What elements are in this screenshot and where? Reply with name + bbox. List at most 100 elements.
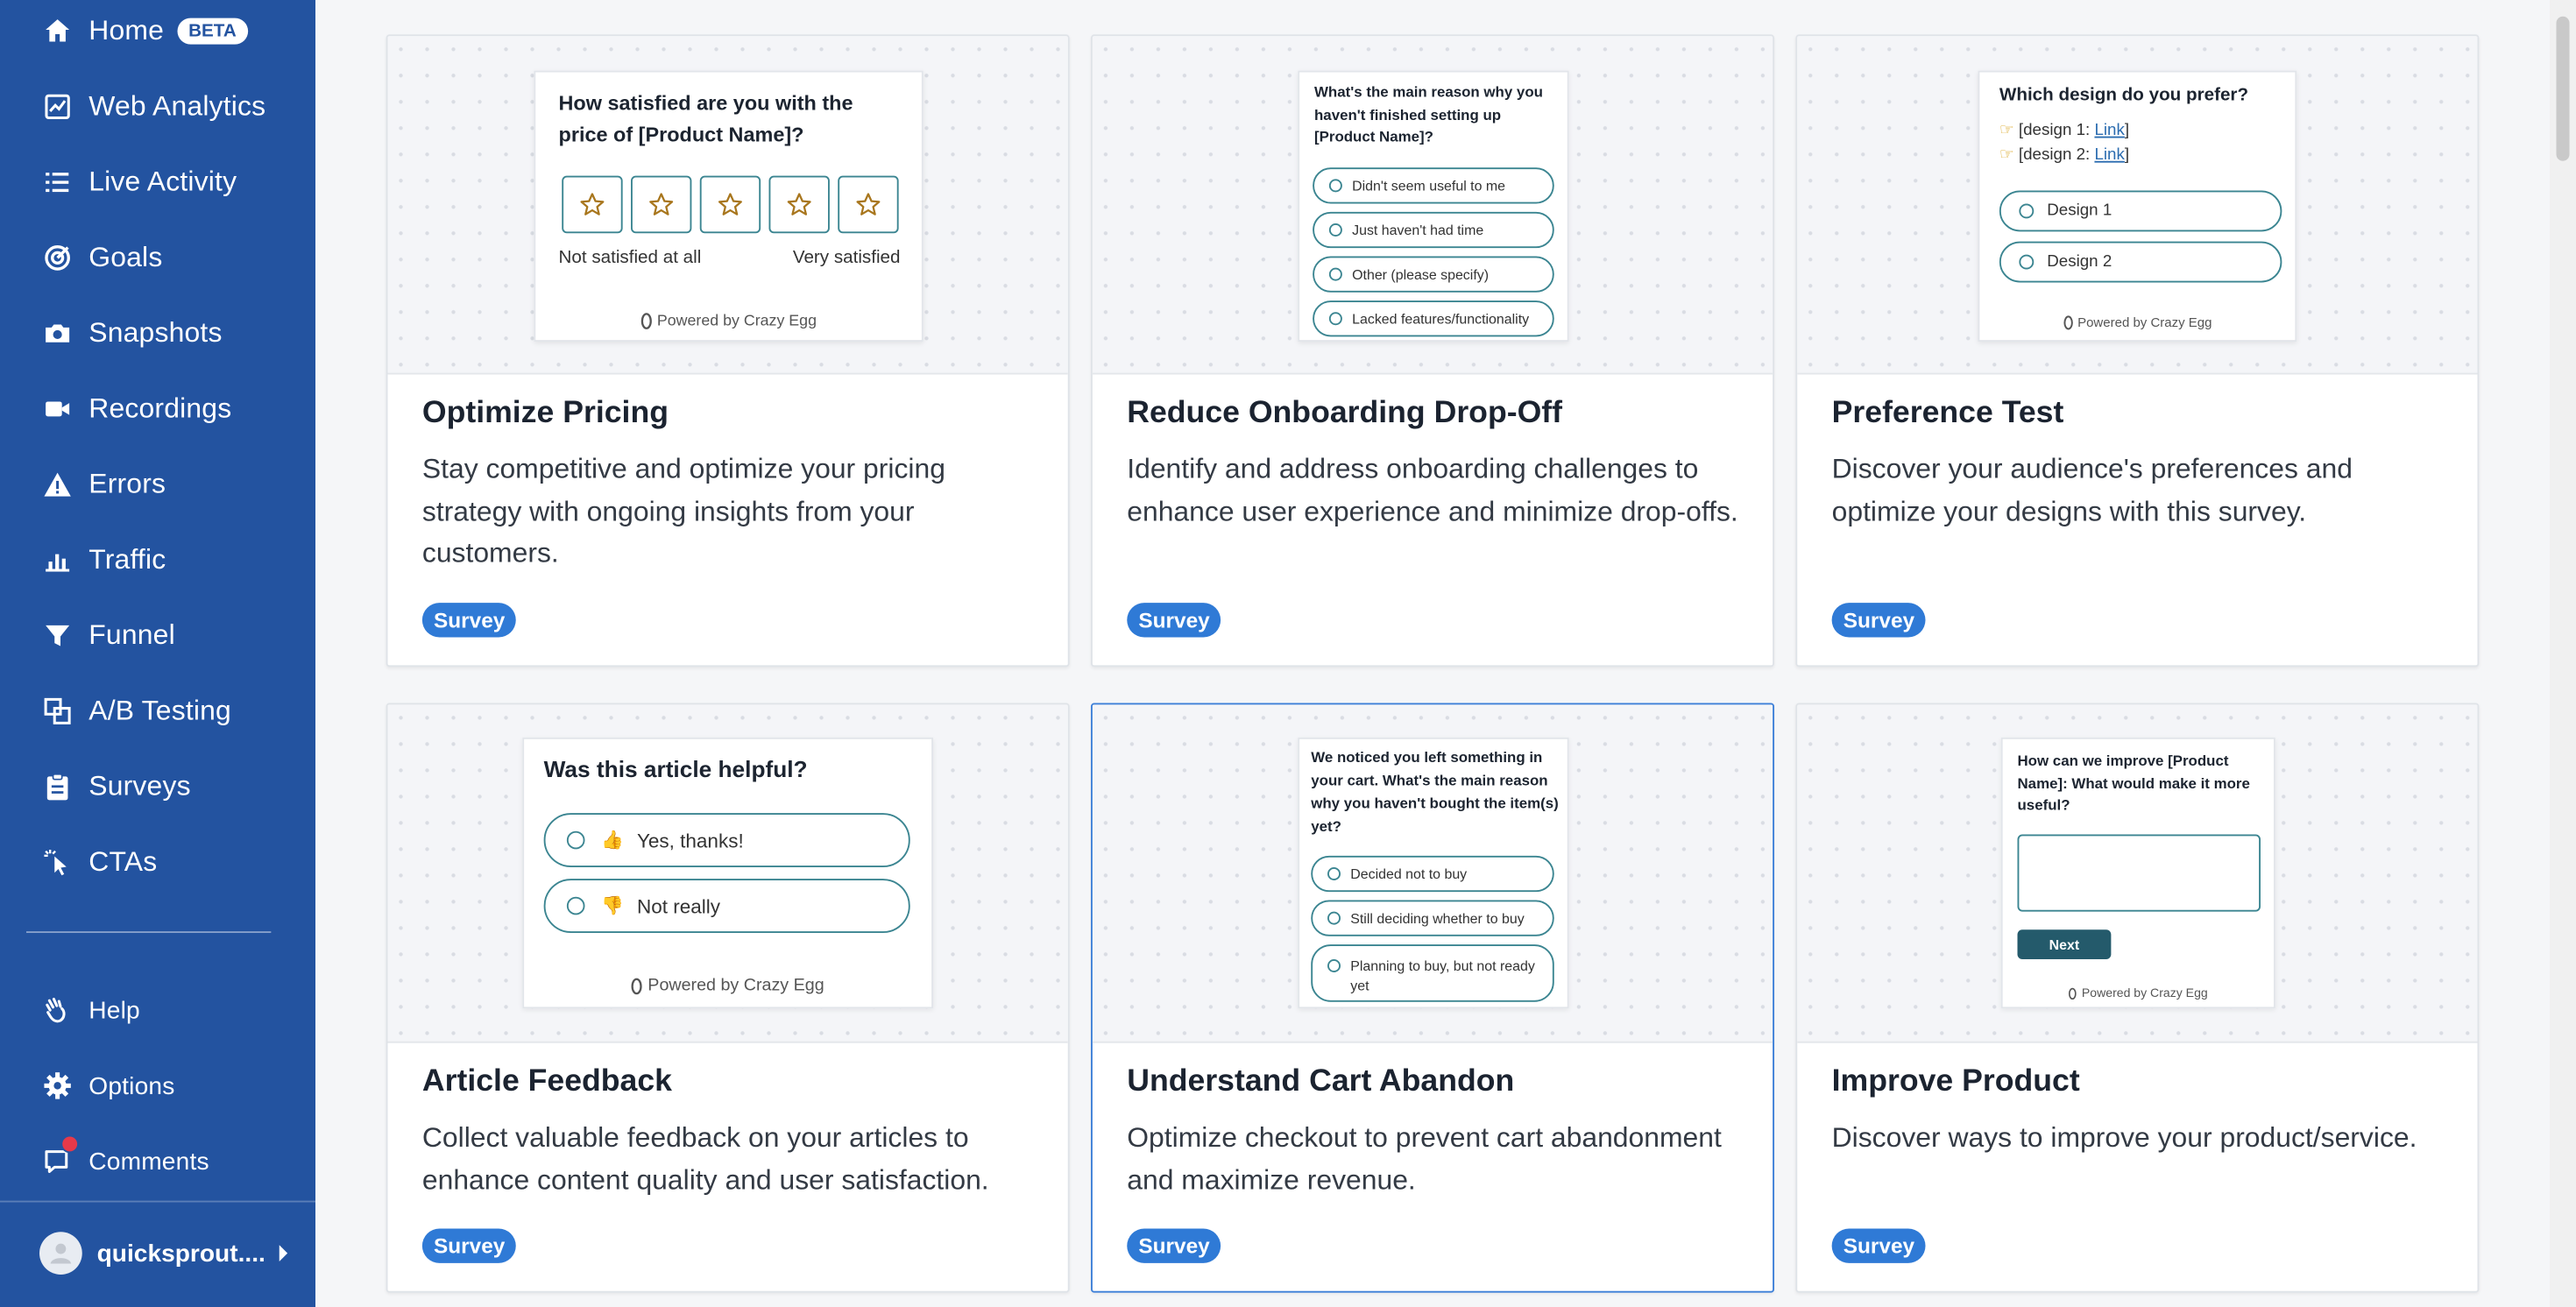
user-menu[interactable]: quicksprout.... bbox=[39, 1232, 302, 1275]
powered-by-text: Powered by Crazy Egg bbox=[648, 975, 824, 996]
survey-option: Didn't seem useful to me bbox=[1313, 167, 1554, 204]
card-body: Preference Test Discover your audience's… bbox=[1832, 396, 2448, 533]
sidebar-item-options[interactable]: Options bbox=[0, 1053, 315, 1119]
survey-question: How satisfied are you with the price of … bbox=[558, 92, 853, 146]
design-2-text: [design 2: bbox=[2018, 145, 2095, 165]
list-icon bbox=[43, 167, 73, 197]
card-preview: We noticed you left something in your ca… bbox=[1092, 704, 1773, 1043]
pointing-hand-icon: ☞ bbox=[1999, 145, 2014, 165]
sidebar-bottom-divider bbox=[0, 1200, 315, 1203]
option-label: Design 2 bbox=[2047, 252, 2112, 272]
powered-by: Powered by Crazy Egg bbox=[2003, 986, 2274, 1000]
sidebar-item-web-analytics[interactable]: Web Analytics bbox=[0, 74, 315, 139]
sidebar-item-help[interactable]: Help bbox=[0, 978, 315, 1043]
template-card-reduce-onboarding[interactable]: What's the main reason why you haven't f… bbox=[1091, 34, 1774, 668]
card-description: Discover ways to improve your product/se… bbox=[1831, 1121, 2417, 1154]
sidebar-item-comments[interactable]: Comments bbox=[0, 1128, 315, 1194]
survey-option: Still deciding whether to buy bbox=[1311, 900, 1554, 936]
option-label: Not really bbox=[636, 894, 720, 918]
user-name: quicksprout.... bbox=[96, 1239, 265, 1268]
sidebar-item-label: Comments bbox=[88, 1147, 209, 1176]
sidebar-item-label: Home bbox=[88, 14, 165, 46]
survey-badge: Survey bbox=[421, 1228, 517, 1263]
survey-option: Other (please specify) bbox=[1313, 256, 1554, 293]
card-title: Improve Product bbox=[1831, 1064, 2080, 1099]
option-label: Decided not to buy bbox=[1350, 865, 1468, 882]
star-icon bbox=[768, 175, 830, 234]
powered-by: Powered by Crazy Egg bbox=[1979, 315, 2295, 330]
template-card-optimize-pricing[interactable]: How satisfied are you with the price of … bbox=[386, 34, 1070, 668]
sidebar-item-errors[interactable]: Errors bbox=[0, 452, 315, 518]
powered-by-text: Powered by Crazy Egg bbox=[2077, 315, 2212, 330]
crazy-egg-logo-icon bbox=[2069, 986, 2077, 1000]
card-preview: Was this article helpful? 👍 Yes, thanks! … bbox=[387, 704, 1068, 1043]
survey-option: Lacked features/functionality bbox=[1313, 300, 1554, 337]
sidebar-item-snapshots[interactable]: Snapshots bbox=[0, 300, 315, 366]
sidebar-item-traffic[interactable]: Traffic bbox=[0, 527, 315, 593]
sidebar-item-funnel[interactable]: Funnel bbox=[0, 603, 315, 668]
card-description: Stay competitive and optimize your prici… bbox=[421, 453, 945, 569]
design-1-link[interactable]: Link bbox=[2094, 122, 2124, 140]
sidebar-item-label: Help bbox=[88, 996, 140, 1025]
sidebar-item-label: CTAs bbox=[88, 845, 158, 878]
funnel-icon bbox=[43, 621, 73, 651]
scrollbar-track[interactable] bbox=[2550, 0, 2576, 1307]
card-preview: Which design do you prefer? ☞ [design 1:… bbox=[1797, 36, 2478, 375]
card-description: Collect valuable feedback on your articl… bbox=[421, 1121, 989, 1196]
template-card-preference-test[interactable]: Which design do you prefer? ☞ [design 1:… bbox=[1795, 34, 2480, 668]
sidebar-item-live-activity[interactable]: Live Activity bbox=[0, 150, 315, 215]
video-camera-icon bbox=[43, 394, 73, 424]
next-button[interactable]: Next bbox=[2017, 929, 2112, 959]
feedback-textarea[interactable] bbox=[2017, 834, 2261, 912]
survey-option: Design 1 bbox=[1999, 190, 2282, 232]
template-card-article-feedback[interactable]: Was this article helpful? 👍 Yes, thanks! … bbox=[386, 703, 1070, 1293]
sidebar-item-surveys[interactable]: Surveys bbox=[0, 754, 315, 820]
star-icon bbox=[562, 175, 623, 234]
survey-option: 👍 Yes, thanks! bbox=[543, 813, 910, 867]
card-title: Reduce Onboarding Drop-Off bbox=[1127, 395, 1563, 431]
crazy-egg-logo-icon bbox=[632, 977, 643, 994]
chart-line-icon bbox=[43, 92, 73, 122]
survey-option: Design 2 bbox=[1999, 241, 2282, 283]
survey-badge: Survey bbox=[1831, 603, 1927, 638]
gear-icon bbox=[43, 1071, 73, 1101]
sidebar-item-recordings[interactable]: Recordings bbox=[0, 376, 315, 442]
sidebar-item-goals[interactable]: Goals bbox=[0, 225, 315, 291]
caret-right-icon bbox=[278, 1245, 287, 1261]
card-description: Optimize checkout to prevent cart abando… bbox=[1127, 1121, 1722, 1196]
hand-wave-icon bbox=[43, 995, 73, 1025]
close-bracket: ] bbox=[2124, 145, 2130, 165]
crazy-egg-logo-icon bbox=[2063, 315, 2073, 330]
option-label: Yes, thanks! bbox=[636, 828, 744, 852]
sidebar-item-label: Snapshots bbox=[88, 316, 223, 349]
scale-low-label: Not satisfied at all bbox=[558, 248, 702, 268]
home-icon bbox=[43, 17, 73, 46]
card-body: Reduce Onboarding Drop-Off Identify and … bbox=[1127, 396, 1743, 533]
sidebar-item-label: Live Activity bbox=[88, 166, 237, 197]
sidebar-item-label: Options bbox=[88, 1071, 175, 1100]
design-2-link[interactable]: Link bbox=[2094, 146, 2124, 165]
option-label: Design 1 bbox=[2047, 201, 2112, 221]
clipboard-icon bbox=[43, 772, 73, 802]
survey-mock: How can we improve [Product Name]: What … bbox=[2000, 737, 2275, 1009]
sidebar-item-ab-testing[interactable]: A/B Testing bbox=[0, 678, 315, 744]
card-body: Improve Product Discover ways to improve… bbox=[1832, 1064, 2448, 1159]
powered-by: Powered by Crazy Egg bbox=[524, 975, 931, 996]
scrollbar-thumb[interactable] bbox=[2556, 16, 2570, 161]
sidebar-item-label: Recordings bbox=[88, 392, 232, 424]
pointing-hand-icon: ☞ bbox=[1999, 121, 2014, 140]
survey-badge: Survey bbox=[1831, 1228, 1927, 1263]
template-card-understand-cart-abandon[interactable]: We noticed you left something in your ca… bbox=[1091, 703, 1774, 1293]
survey-mock: How satisfied are you with the price of … bbox=[534, 70, 924, 342]
survey-question: We noticed you left something in your ca… bbox=[1311, 749, 1559, 835]
sidebar-divider bbox=[26, 931, 272, 933]
sidebar-item-home[interactable]: Home BETA bbox=[0, 0, 315, 64]
sidebar-item-label: Goals bbox=[88, 241, 163, 273]
option-label: Still deciding whether to buy bbox=[1350, 909, 1525, 927]
sidebar-item-label: Traffic bbox=[88, 543, 166, 576]
star-icon bbox=[631, 175, 692, 234]
sidebar-item-ctas[interactable]: CTAs bbox=[0, 830, 315, 895]
card-preview: How can we improve [Product Name]: What … bbox=[1797, 704, 2478, 1043]
template-card-improve-product[interactable]: How can we improve [Product Name]: What … bbox=[1795, 703, 2480, 1293]
notification-dot bbox=[60, 1134, 79, 1154]
